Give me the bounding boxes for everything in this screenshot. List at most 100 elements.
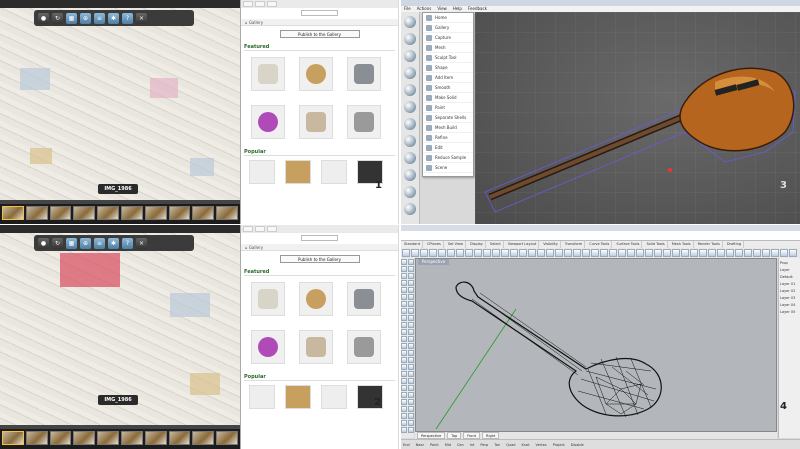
tool-icon[interactable] — [401, 287, 407, 293]
filmstrip-thumb[interactable] — [2, 431, 24, 445]
osnap-toggle[interactable]: Tan — [494, 440, 500, 449]
filmstrip-thumb[interactable] — [73, 431, 96, 445]
toolbar-button-icon[interactable] — [573, 249, 581, 257]
toolbar-tab[interactable]: Display — [468, 241, 486, 248]
toolbar-button-icon[interactable] — [672, 249, 680, 257]
tool-icon[interactable] — [408, 273, 414, 279]
filmstrip-thumb[interactable] — [168, 206, 191, 220]
toolbar-button-icon[interactable] — [789, 249, 797, 257]
publish-button[interactable]: Publish to the Gallery — [279, 255, 360, 263]
gallery-nav-label[interactable]: Gallery — [249, 20, 263, 25]
tool-icon[interactable] — [401, 266, 407, 272]
dropdown-item[interactable]: Sculpt Tool — [423, 53, 473, 63]
toolbar-tab[interactable]: Solid Tools — [644, 241, 668, 248]
layer-item[interactable]: Prop — [780, 260, 799, 267]
toolbar-tab[interactable]: Drafting — [725, 241, 745, 248]
tool-icon[interactable] — [403, 186, 416, 198]
browser-tab[interactable] — [243, 1, 253, 7]
filmstrip-thumb[interactable] — [144, 206, 167, 220]
popular-thumb[interactable] — [321, 385, 347, 409]
toolbar-button-icon[interactable] — [627, 249, 635, 257]
tool-icon[interactable] — [401, 294, 407, 300]
tool-icon[interactable] — [408, 357, 414, 363]
viewport-tab[interactable]: Top — [447, 432, 462, 439]
tool-icon[interactable] — [401, 350, 407, 356]
toolbar-button-icon[interactable] — [564, 249, 572, 257]
tool-icon[interactable] — [401, 273, 407, 279]
tool-icon[interactable] — [401, 357, 407, 363]
tool-icon[interactable] — [401, 329, 407, 335]
toolbar-button-icon[interactable] — [699, 249, 707, 257]
filmstrip-thumb[interactable] — [192, 206, 215, 220]
help-icon[interactable]: ? — [122, 12, 133, 24]
toolbar-button-icon[interactable] — [411, 249, 419, 257]
osnap-toggle[interactable]: Quad — [506, 440, 515, 449]
popular-thumb[interactable] — [285, 385, 311, 409]
tool-icon[interactable] — [401, 420, 407, 426]
tool-icon[interactable] — [403, 16, 416, 28]
tool-icon[interactable] — [408, 329, 414, 335]
dropdown-item[interactable]: Smooth — [423, 83, 473, 93]
toolbar-button-icon[interactable] — [654, 249, 662, 257]
tool-icon[interactable] — [408, 392, 414, 398]
toolbar-button-icon[interactable] — [690, 249, 698, 257]
tool-icon[interactable] — [403, 84, 416, 96]
settings-icon[interactable]: ✱ — [108, 12, 119, 24]
tool-icon[interactable] — [408, 294, 414, 300]
tool-icon[interactable] — [401, 378, 407, 384]
toolbar-button-icon[interactable] — [717, 249, 725, 257]
featured-thumb[interactable] — [347, 282, 381, 316]
toolbar-tab[interactable]: Standard — [402, 241, 423, 248]
toolbar-button-icon[interactable] — [474, 249, 482, 257]
toolbar-button-icon[interactable] — [600, 249, 608, 257]
toolbar-button-icon[interactable] — [762, 249, 770, 257]
browser-tab[interactable] — [255, 1, 265, 7]
toolbar-tab[interactable]: Mesh Tools — [670, 241, 694, 248]
dropdown-item[interactable]: Capture — [423, 33, 473, 43]
tool-icon[interactable] — [401, 315, 407, 321]
tool-icon[interactable] — [408, 427, 414, 433]
zoom-icon[interactable]: ⊕ — [80, 12, 91, 24]
tool-icon[interactable] — [401, 392, 407, 398]
tool-icon[interactable] — [408, 322, 414, 328]
layer-item[interactable]: Layer 02 — [780, 288, 799, 295]
viewport-tab[interactable]: Right — [482, 432, 500, 439]
filmstrip-thumb[interactable] — [168, 431, 191, 445]
layer-item[interactable]: Layer 03 — [780, 295, 799, 302]
tool-icon[interactable] — [401, 399, 407, 405]
dropdown-item[interactable]: Home — [423, 13, 473, 23]
osnap-toggle[interactable]: Int — [470, 440, 475, 449]
toolbar-button-icon[interactable] — [753, 249, 761, 257]
layer-item[interactable]: Default — [780, 274, 799, 281]
osnap-toggle[interactable]: Point — [430, 440, 439, 449]
dropdown-item[interactable]: Mesh — [423, 43, 473, 53]
toolbar-button-icon[interactable] — [438, 249, 446, 257]
tool-icon[interactable] — [408, 371, 414, 377]
toolbar-tab[interactable]: Viewport Layout — [506, 241, 540, 248]
filmstrip-thumb[interactable] — [49, 206, 72, 220]
toolbar-tab[interactable]: Transform — [563, 241, 586, 248]
browser-tab[interactable] — [267, 226, 277, 232]
toolbar-button-icon[interactable] — [420, 249, 428, 257]
tool-icon[interactable] — [401, 413, 407, 419]
featured-thumb[interactable] — [299, 57, 333, 91]
tool-icon[interactable] — [401, 364, 407, 370]
osnap-toggle[interactable]: Knot — [521, 440, 529, 449]
layer-item[interactable]: Layer 04 — [780, 302, 799, 309]
perspective-viewport[interactable]: Perspective — [415, 258, 777, 432]
filmstrip-thumb[interactable] — [192, 431, 215, 445]
tool-icon[interactable] — [403, 101, 416, 113]
toolbar-button-icon[interactable] — [465, 249, 473, 257]
tool-icon[interactable] — [408, 301, 414, 307]
tool-icon[interactable] — [401, 322, 407, 328]
tool-icon[interactable] — [403, 152, 416, 164]
browser-tab[interactable] — [243, 226, 253, 232]
featured-thumb[interactable] — [251, 330, 285, 364]
dropdown-item[interactable]: Mesh Build — [423, 123, 473, 133]
toolbar-button-icon[interactable] — [609, 249, 617, 257]
filmstrip-thumb[interactable] — [25, 431, 48, 445]
featured-thumb[interactable] — [251, 57, 285, 91]
rotate-icon[interactable]: ↻ — [52, 12, 63, 24]
toolbar-button-icon[interactable] — [483, 249, 491, 257]
camera-icon[interactable]: ● — [38, 12, 49, 24]
